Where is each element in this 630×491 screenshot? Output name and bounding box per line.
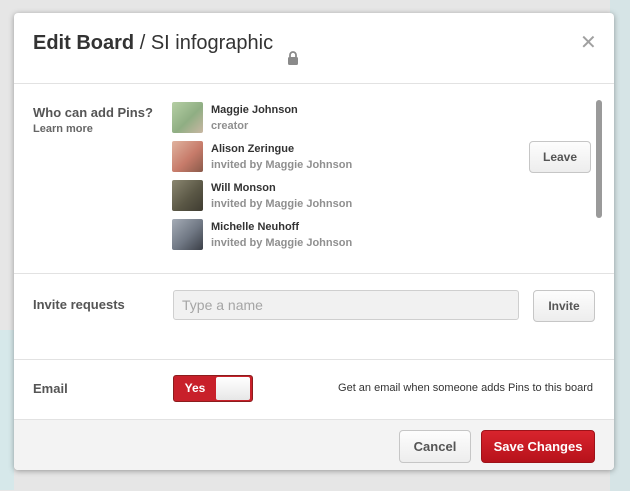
dialog-title: Edit Board / SI infographic [33, 32, 273, 55]
dialog-footer: Cancel Save Changes [14, 419, 614, 470]
member-name: Alison Zeringue [211, 143, 295, 155]
lock-icon [288, 51, 298, 65]
avatar [172, 102, 203, 133]
cancel-button[interactable]: Cancel [399, 430, 471, 463]
save-changes-button[interactable]: Save Changes [481, 430, 595, 463]
title-separator: / [139, 32, 151, 54]
collaborators-label: Who can add Pins? [33, 105, 153, 120]
email-section: Email Yes Get an email when someone adds… [14, 360, 614, 418]
avatar [172, 180, 203, 211]
invite-section: Invite requests Invite [14, 274, 614, 360]
member-row: Maggie Johnson creator [172, 102, 502, 136]
invite-button[interactable]: Invite [533, 290, 595, 322]
member-role: creator [211, 120, 249, 132]
learn-more-link[interactable]: Learn more [33, 123, 93, 135]
title-bold: Edit Board [33, 32, 135, 54]
member-name: Will Monson [211, 182, 276, 194]
invite-label: Invite requests [33, 297, 125, 312]
member-row: Will Monson invited by Maggie Johnson [172, 180, 502, 214]
avatar [172, 219, 203, 250]
member-role: invited by Maggie Johnson [211, 159, 353, 171]
email-label: Email [33, 381, 68, 396]
member-name: Michelle Neuhoff [211, 221, 300, 233]
member-row: Michelle Neuhoff invited by Maggie Johns… [172, 219, 502, 253]
dialog-header: Edit Board / SI infographic ✕ [14, 13, 614, 84]
toggle-value: Yes [184, 381, 206, 395]
email-note: Get an email when someone adds Pins to t… [338, 382, 593, 394]
edit-board-dialog: Edit Board / SI infographic ✕ Who can ad… [14, 13, 614, 470]
invite-name-input[interactable] [173, 290, 519, 320]
email-toggle[interactable]: Yes [173, 375, 253, 402]
member-row: Alison Zeringue invited by Maggie Johnso… [172, 141, 502, 175]
board-name: SI infographic [150, 32, 274, 54]
close-icon[interactable]: ✕ [580, 33, 597, 53]
toggle-knob [216, 377, 250, 400]
collaborators-scrollbar[interactable] [596, 100, 602, 218]
member-name: Maggie Johnson [211, 104, 298, 116]
avatar [172, 141, 203, 172]
background-board-strip-left [0, 330, 14, 490]
collaborators-section: Who can add Pins? Learn more Maggie John… [14, 84, 614, 274]
leave-button[interactable]: Leave [529, 141, 591, 173]
member-role: invited by Maggie Johnson [211, 237, 353, 249]
member-role: invited by Maggie Johnson [211, 198, 353, 210]
